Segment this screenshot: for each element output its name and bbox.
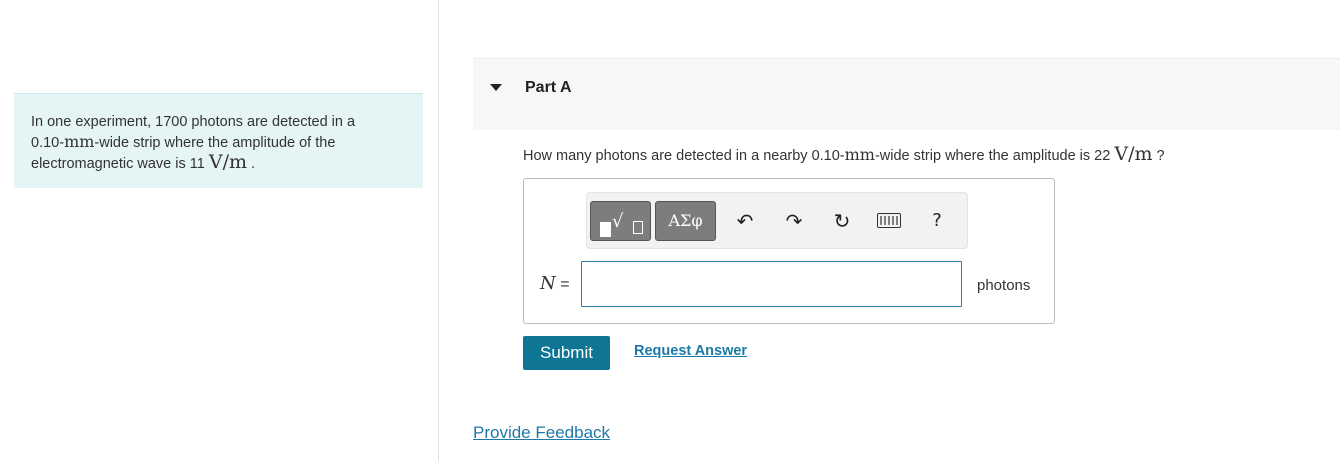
greek-symbols-button[interactable]: ΑΣφ	[655, 201, 716, 241]
keyboard-icon[interactable]	[877, 213, 901, 228]
answer-input[interactable]	[581, 261, 962, 307]
template-square-icon	[600, 222, 611, 237]
equals-sign: =	[555, 276, 570, 293]
problem-intro: In one experiment, 1700 photons are dete…	[14, 93, 423, 188]
unit-v-per-m: V/m	[208, 151, 247, 173]
intro-text: 0.10-	[31, 135, 65, 151]
answer-unit: photons	[977, 277, 1031, 294]
reset-icon[interactable]: ↻	[828, 207, 856, 235]
redo-icon[interactable]: ↷	[780, 207, 808, 235]
radical-icon: √	[612, 211, 624, 232]
undo-icon[interactable]: ↶	[731, 207, 759, 235]
answer-label: N =	[540, 273, 570, 294]
answer-area: √ ΑΣφ ↶ ↷ ↻ ? N = photons	[523, 178, 1055, 324]
unit-mm: mm	[64, 132, 95, 151]
submit-button[interactable]: Submit	[523, 336, 610, 370]
templates-button[interactable]: √	[590, 201, 651, 241]
answer-variable: N	[540, 273, 556, 294]
keyboard-keys	[880, 216, 898, 225]
intro-text: .	[247, 156, 256, 172]
help-button[interactable]: ?	[923, 207, 951, 235]
part-title: Part A	[525, 79, 572, 96]
intro-line-2: 0.10-mm-wide strip where the amplitude o…	[31, 132, 409, 153]
part-a-header[interactable]: Part A	[473, 58, 1340, 130]
question-fragment: -wide strip where the amplitude is 22	[874, 148, 1115, 164]
question-fragment: How many photons are detected in a nearb…	[523, 148, 845, 164]
intro-line-1: In one experiment, 1700 photons are dete…	[31, 114, 356, 130]
intro-line-3: electromagnetic wave is 11 V/m .	[31, 153, 409, 174]
request-answer-link[interactable]: Request Answer	[634, 343, 747, 359]
question-text: How many photons are detected in a nearb…	[523, 143, 1165, 165]
template-box-icon	[633, 221, 643, 234]
collapse-caret-icon[interactable]	[490, 84, 502, 91]
provide-feedback-link[interactable]: Provide Feedback	[473, 423, 610, 443]
math-toolbar: √ ΑΣφ ↶ ↷ ↻ ?	[586, 192, 968, 249]
unit-mm: mm	[844, 145, 875, 164]
intro-text: -wide strip where the amplitude of the	[94, 135, 336, 151]
unit-v-per-m: V/m	[1114, 143, 1153, 165]
question-fragment: ?	[1152, 148, 1165, 164]
problem-context-panel: In one experiment, 1700 photons are dete…	[0, 0, 439, 461]
intro-text: electromagnetic wave is 11	[31, 156, 209, 172]
